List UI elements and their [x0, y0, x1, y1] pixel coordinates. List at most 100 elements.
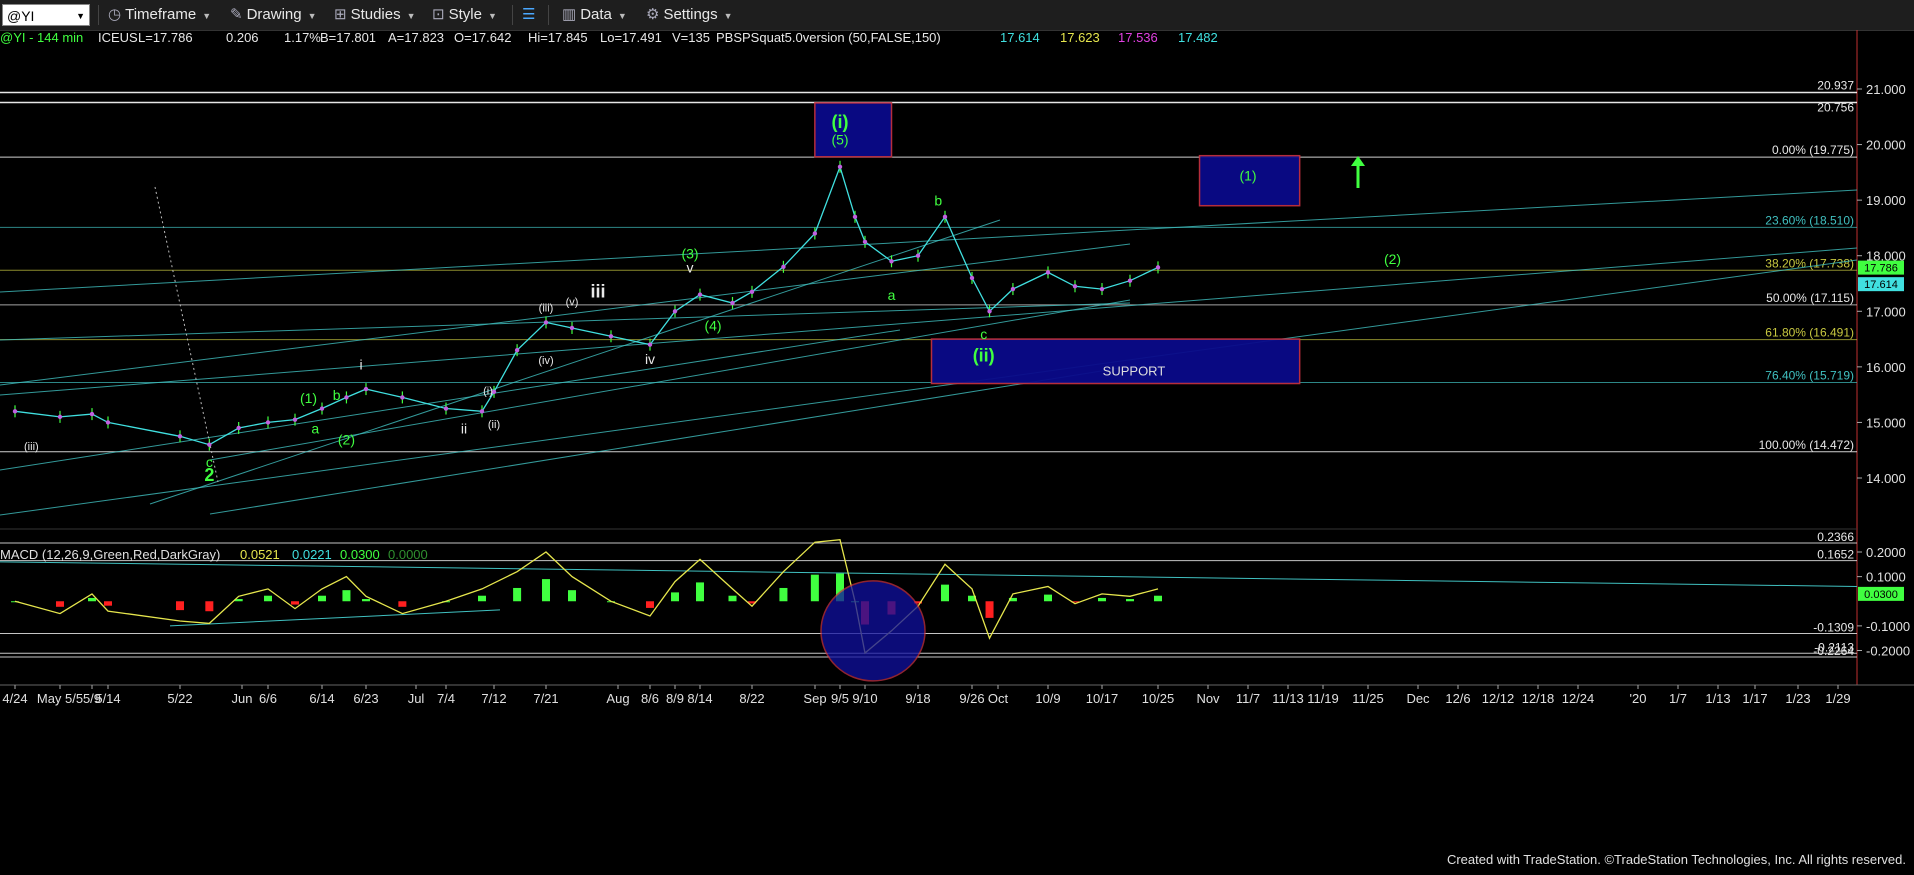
x-tick-label: 1/17 — [1742, 691, 1767, 706]
toolbar: @YI ▼ ◷ Timeframe ▼ ✎ Drawing ▼ ⊞ Studies ▼ ⊡ S… — [0, 0, 1914, 31]
x-tick-label: 8/14 — [687, 691, 712, 706]
macd-histogram-bar — [513, 587, 522, 602]
price-point — [479, 409, 485, 414]
studies-icon: ⊞ — [334, 6, 347, 23]
price-point — [543, 320, 549, 325]
timeframe-menu[interactable]: ◷ Timeframe ▼ — [108, 4, 211, 26]
x-tick-label: 1/23 — [1785, 691, 1810, 706]
style-menu[interactable]: ⊡ Style ▼ — [432, 4, 497, 26]
wave-label: b — [333, 387, 341, 403]
macd-level-label: -0.2264 — [1813, 644, 1854, 658]
chart-area[interactable]: 20.937 20.756 0.00% (19.775) 23.60% (18.510… — [0, 30, 1914, 870]
x-tick-label: 6/23 — [353, 691, 378, 706]
macd-histogram-bar — [1154, 595, 1162, 602]
fib-level-label: 76.40% (15.719) — [1765, 368, 1854, 382]
wave-label: (1) — [1239, 168, 1256, 184]
macd-histogram-bar — [342, 590, 351, 602]
price-point — [344, 395, 349, 400]
wave-label: (2) — [338, 432, 355, 448]
price-point — [236, 425, 241, 431]
data-menu[interactable]: ▥ Data ▼ — [562, 4, 627, 26]
price-point — [647, 342, 653, 347]
x-tick-label: Dec — [1406, 691, 1430, 706]
wave-label: (1) — [300, 390, 317, 406]
x-tick-label: Oct — [988, 691, 1009, 706]
macd-histogram-bar — [779, 587, 788, 602]
price-point — [781, 264, 786, 270]
y-tick-label: 17.000 — [1866, 304, 1906, 319]
toolbar-divider — [512, 5, 513, 25]
macd-y-tick-label: 0.2000 — [1866, 545, 1906, 560]
macd-histogram-bar — [941, 584, 949, 602]
macd-histogram-bar — [671, 592, 679, 602]
fib-level-label: 23.60% (18.510) — [1765, 213, 1854, 227]
price-point — [177, 434, 183, 439]
macd-histogram-bar — [291, 601, 299, 605]
studies-menu[interactable]: ⊞ Studies ▼ — [334, 4, 416, 26]
x-tick-label: Jul — [408, 691, 425, 706]
fib-level-label: 38.20% (17.738) — [1765, 256, 1854, 270]
symbol-input[interactable]: @YI ▼ — [2, 4, 90, 26]
x-tick-label: 8/9 — [666, 691, 684, 706]
wave-label: (iv) — [538, 355, 553, 367]
header-field: V=135 — [672, 30, 710, 45]
x-tick-label: May 5/5 — [37, 691, 83, 706]
drawing-menu[interactable]: ✎ Drawing ▼ — [230, 4, 317, 26]
header-field: @YI - 144 min — [0, 30, 83, 45]
toolbar-divider — [98, 5, 99, 25]
macd-value: 0.0521 — [240, 547, 280, 562]
x-tick-label: 11/13 — [1272, 691, 1304, 706]
macd-level-label: -0.1309 — [1813, 620, 1854, 634]
chevron-down-icon[interactable]: ▼ — [76, 5, 85, 27]
macd-histogram-bar — [88, 597, 96, 602]
x-tick-label: 6/6 — [259, 691, 277, 706]
x-tick-label: 7/4 — [437, 691, 455, 706]
price-point — [749, 289, 755, 295]
style-label: Style — [448, 6, 482, 23]
x-tick-label: 9/10 — [852, 691, 877, 706]
header-field: L=17.786 — [138, 30, 193, 45]
header-field: 1.17% — [284, 30, 321, 45]
chart-canvas[interactable]: 20.937 20.756 0.00% (19.775) 23.60% (18.510… — [0, 30, 1914, 870]
macd-level-label: 0.2366 — [1817, 530, 1854, 544]
macd-histogram-bar — [696, 582, 704, 602]
trendlines — [0, 156, 1858, 516]
price-point — [730, 300, 735, 306]
price-point — [862, 239, 868, 245]
x-tick-label: 7/12 — [481, 691, 506, 706]
macd-level-label: 0.1652 — [1817, 548, 1854, 562]
macd-value: 0.0000 — [388, 547, 428, 562]
copyright-footer: Created with TradeStation. ©TradeStation… — [1446, 852, 1906, 867]
x-tick-label: 7/21 — [533, 691, 558, 706]
x-tick-label: 10/25 — [1142, 691, 1175, 706]
price-series — [12, 160, 1161, 451]
price-point — [57, 414, 63, 420]
style-icon: ⊡ — [432, 6, 445, 23]
chevron-down-icon: ▼ — [617, 11, 627, 21]
fib-levels: 20.937 20.756 0.00% (19.775) 23.60% (18.510… — [0, 79, 1857, 453]
wave-label: ii — [461, 421, 467, 437]
settings-menu[interactable]: ⚙ Settings ▼ — [646, 4, 733, 26]
layout-button[interactable]: ☰ — [522, 4, 535, 26]
trendline — [149, 219, 1001, 505]
price-point — [942, 214, 948, 220]
toolbar-divider — [548, 5, 549, 25]
x-tick-label: Aug — [606, 691, 629, 706]
header-field: 0.206 — [226, 30, 259, 45]
wave-label: 2 — [204, 465, 214, 485]
fib-level-label: 61.80% (16.491) — [1765, 326, 1854, 340]
macd-pane: 0.23660.16520.0300-0.1309-0.2113-0.22640… — [0, 530, 1910, 682]
x-tick-label: 9/5 — [831, 691, 849, 706]
macd-histogram-bar — [1126, 599, 1134, 602]
indicator-value: 17.623 — [1060, 30, 1100, 45]
price-point — [1155, 265, 1161, 270]
price-point — [1099, 286, 1105, 292]
target-box — [814, 102, 893, 158]
y-tick-label: 16.000 — [1866, 360, 1906, 375]
macd-histogram-bar — [56, 601, 64, 607]
macd-histogram-bar — [728, 595, 737, 602]
x-tick-label: 1/29 — [1825, 691, 1850, 706]
header-field: Hi=17.845 — [528, 30, 588, 45]
chevron-down-icon: ▼ — [307, 11, 317, 21]
x-tick-label: Nov — [1196, 691, 1220, 706]
